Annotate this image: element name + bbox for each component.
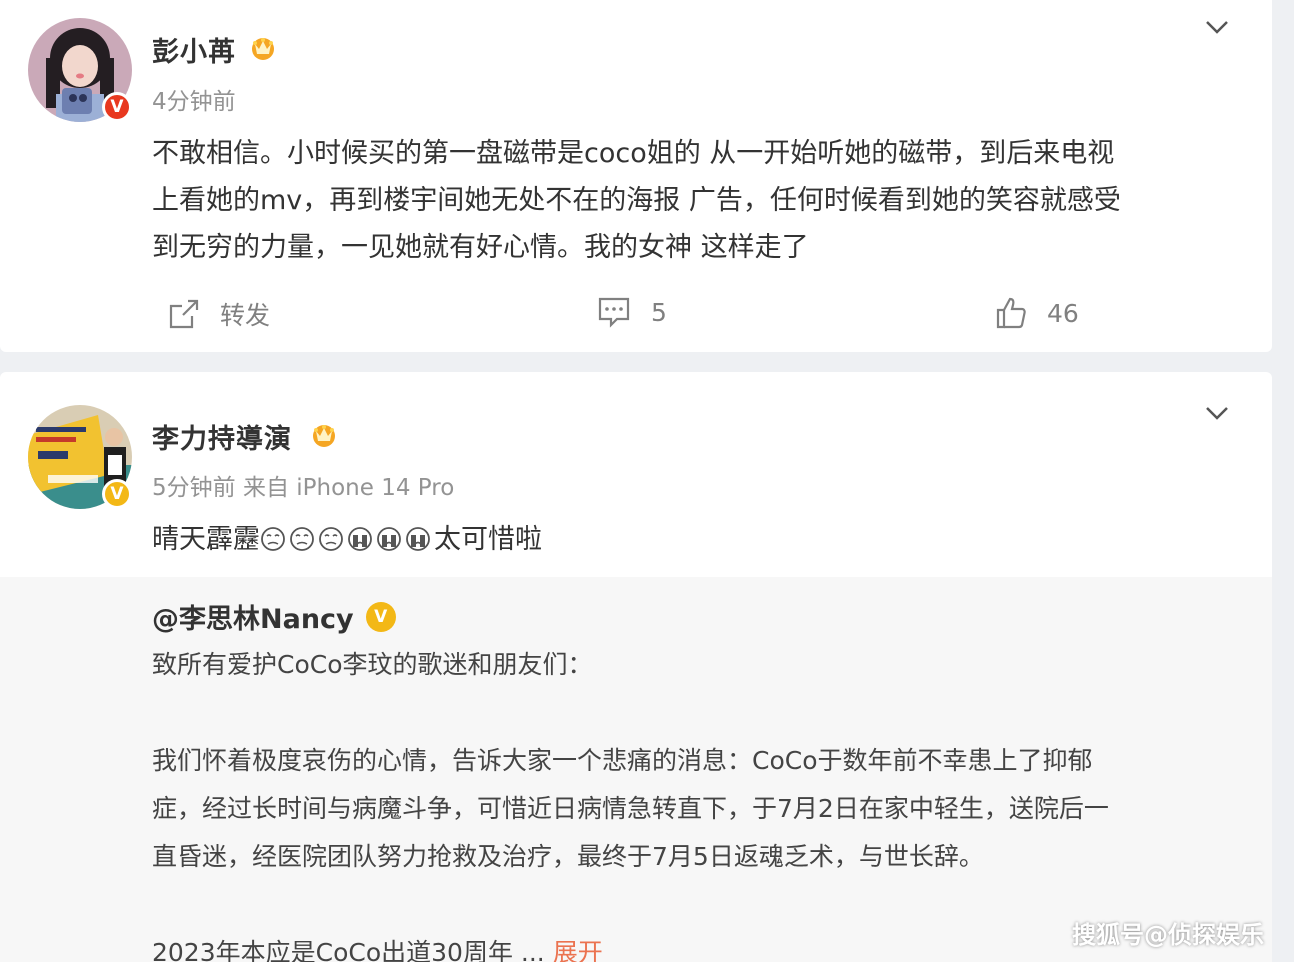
repost-paragraph: 我们怀着极度哀伤的心情，告诉大家一个悲痛的消息：CoCo于数年前不幸患上了抑郁 … bbox=[152, 746, 1109, 871]
post-time: 4分钟前 bbox=[152, 89, 236, 115]
post-text: 不敢相信。小时候买的第一盘磁带是coco姐的 从一开始听她的磁带，到后来电视 上… bbox=[152, 138, 1121, 263]
vip-crown-icon bbox=[313, 425, 335, 447]
verified-badge: V bbox=[102, 479, 132, 509]
verified-badge: V bbox=[365, 601, 396, 632]
repost-greeting: 致所有爱护CoCo李玟的歌迷和朋友们： bbox=[152, 650, 593, 679]
crying-emoji-icon bbox=[377, 527, 401, 551]
author-name[interactable]: 李力持導演 bbox=[152, 417, 292, 456]
thumbs-up-icon bbox=[996, 297, 1026, 329]
like-button[interactable]: 46 bbox=[995, 296, 1079, 330]
post-card-2: V 李力持導演 5分钟前 来自 iPhone 14 Pro 晴天霹靂 太可惜啦 @… bbox=[0, 372, 1272, 962]
chevron-down-icon[interactable] bbox=[1203, 404, 1231, 422]
post-card-1: V 彭小苒 4分钟前 不敢相信。小时候买的第一盘磁带是coco姐的 从一开始听她… bbox=[0, 0, 1272, 352]
repost-author[interactable]: @李思林Nancy V bbox=[152, 597, 396, 636]
vip-crown-icon bbox=[252, 38, 274, 60]
comment-count: 5 bbox=[651, 297, 667, 327]
sad-emoji-icon bbox=[261, 527, 285, 551]
like-count: 46 bbox=[1047, 298, 1079, 328]
chevron-down-icon[interactable] bbox=[1203, 18, 1231, 36]
author-name[interactable]: 彭小苒 bbox=[152, 30, 236, 69]
repost-last-line: 2023年本应是CoCo出道30周年 ... 展开 bbox=[152, 929, 1222, 962]
sad-emoji-icon bbox=[319, 527, 343, 551]
reposted-content[interactable]: @李思林Nancy V 致所有爱护CoCo李玟的歌迷和朋友们： 我们怀着极度哀伤… bbox=[0, 577, 1272, 962]
post-meta: 5分钟前 来自 iPhone 14 Pro bbox=[152, 475, 455, 501]
repost-label: 转发 bbox=[220, 301, 271, 330]
post-text: 晴天霹靂 太可惜啦 bbox=[152, 524, 542, 555]
crying-emoji-icon bbox=[348, 527, 372, 551]
comment-button[interactable]: 5 bbox=[597, 296, 667, 328]
expand-link[interactable]: 展开 bbox=[553, 938, 603, 962]
share-icon bbox=[169, 299, 199, 329]
verified-badge: V bbox=[102, 92, 132, 122]
repost-button[interactable]: 转发 bbox=[168, 296, 270, 332]
crying-emoji-icon bbox=[406, 527, 430, 551]
sad-emoji-icon bbox=[290, 527, 314, 551]
watermark: 搜狐号@侦探娱乐 bbox=[1072, 921, 1264, 949]
comment-icon bbox=[598, 297, 630, 328]
